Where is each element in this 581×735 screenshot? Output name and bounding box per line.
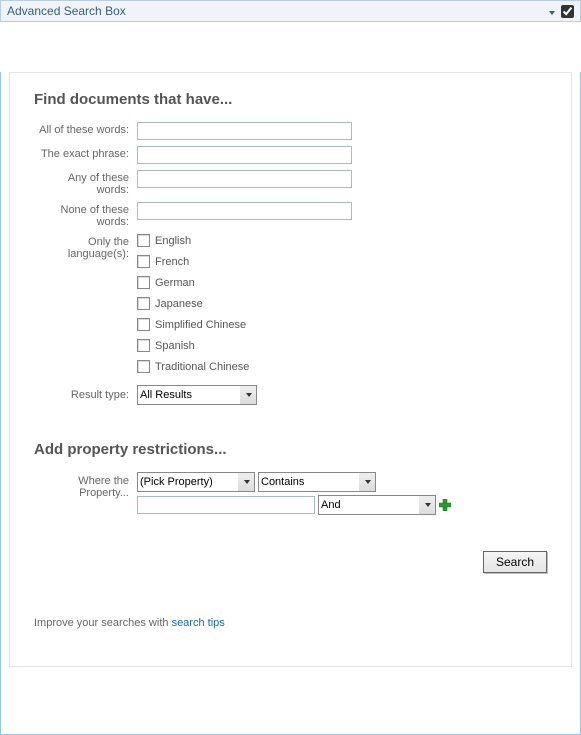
webpart-body: Find documents that have... All of these… [0, 72, 581, 735]
checkbox-icon[interactable] [137, 339, 150, 352]
label-exact-phrase: The exact phrase: [34, 146, 137, 160]
checkbox-icon[interactable] [137, 234, 150, 247]
search-button[interactable]: Search [483, 551, 547, 573]
tips-prefix: Improve your searches with [34, 617, 172, 629]
language-label: Japanese [155, 298, 203, 310]
operator-select[interactable]: Contains [258, 472, 376, 492]
window-title: Advanced Search Box [7, 4, 126, 18]
language-label: French [155, 256, 189, 268]
language-option-german[interactable]: German [137, 276, 249, 289]
language-label: English [155, 235, 191, 247]
checkbox-icon[interactable] [137, 255, 150, 268]
checkbox-icon[interactable] [137, 360, 150, 373]
language-label: Simplified Chinese [155, 319, 246, 331]
language-label: Spanish [155, 340, 195, 352]
window-titlebar: Advanced Search Box [0, 0, 581, 22]
any-words-input[interactable] [137, 170, 352, 188]
language-label: Traditional Chinese [155, 361, 249, 373]
label-all-words: All of these words: [34, 122, 137, 136]
label-result-type: Result type: [34, 385, 137, 401]
none-words-input[interactable] [137, 202, 352, 220]
language-option-spanish[interactable]: Spanish [137, 339, 249, 352]
logic-select[interactable]: And [318, 495, 436, 515]
checkbox-icon[interactable] [137, 318, 150, 331]
property-value-input[interactable] [137, 496, 315, 514]
section-heading-find: Find documents that have... [34, 91, 547, 108]
search-panel: Find documents that have... All of these… [9, 72, 572, 667]
all-words-input[interactable] [137, 122, 352, 140]
search-tips-link[interactable]: search tips [172, 617, 225, 629]
checkbox-icon[interactable] [137, 276, 150, 289]
titlebar-checkbox[interactable] [561, 5, 574, 18]
language-label: German [155, 277, 195, 289]
search-tips-row: Improve your searches with search tips [34, 617, 547, 629]
label-languages: Only the language(s): [34, 234, 137, 260]
language-option-simplified-chinese[interactable]: Simplified Chinese [137, 318, 249, 331]
language-option-french[interactable]: French [137, 255, 249, 268]
checkbox-icon[interactable] [137, 297, 150, 310]
result-type-select[interactable]: All Results [137, 385, 257, 405]
titlebar-dropdown-icon[interactable] [549, 4, 555, 18]
section-heading-restrictions: Add property restrictions... [34, 441, 547, 458]
label-any-words: Any of these words: [34, 170, 137, 196]
language-checkbox-group: English French German Japanese [137, 234, 249, 373]
label-none-words: None of these words: [34, 202, 137, 228]
language-option-english[interactable]: English [137, 234, 249, 247]
language-option-traditional-chinese[interactable]: Traditional Chinese [137, 360, 249, 373]
property-select[interactable]: (Pick Property) [137, 472, 255, 492]
language-option-japanese[interactable]: Japanese [137, 297, 249, 310]
exact-phrase-input[interactable] [137, 146, 352, 164]
add-restriction-icon[interactable] [439, 499, 451, 511]
label-where-property: Where the Property... [34, 472, 137, 499]
